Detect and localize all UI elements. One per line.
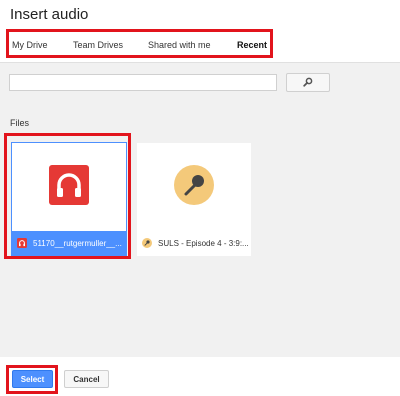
tab-recent[interactable]: Recent <box>237 40 267 50</box>
tab-bar: My Drive Team Drives Shared with me Rece… <box>6 29 273 58</box>
file-label-bar: SULS - Episode 4 - 3:9:... <box>137 231 251 256</box>
file-card-audio-2[interactable]: SULS - Episode 4 - 3:9:... <box>137 143 251 256</box>
search-icon <box>303 74 313 92</box>
select-button-highlight <box>6 365 58 394</box>
files-section-label: Files <box>10 118 30 128</box>
cancel-button[interactable]: Cancel <box>64 370 109 388</box>
search-input[interactable] <box>9 74 277 91</box>
tab-shared-with-me[interactable]: Shared with me <box>148 40 211 50</box>
file-name: SULS - Episode 4 - 3:9:... <box>158 239 249 248</box>
selected-file-highlight <box>4 133 131 259</box>
file-thumbnail <box>137 143 251 231</box>
tab-team-drives[interactable]: Team Drives <box>73 40 123 50</box>
search-button[interactable] <box>286 73 330 92</box>
dialog-footer: Select Cancel <box>0 357 400 396</box>
tab-my-drive[interactable]: My Drive <box>12 40 48 50</box>
dialog-title: Insert audio <box>10 6 89 23</box>
microphone-icon <box>142 237 152 250</box>
microphone-icon <box>173 164 215 211</box>
